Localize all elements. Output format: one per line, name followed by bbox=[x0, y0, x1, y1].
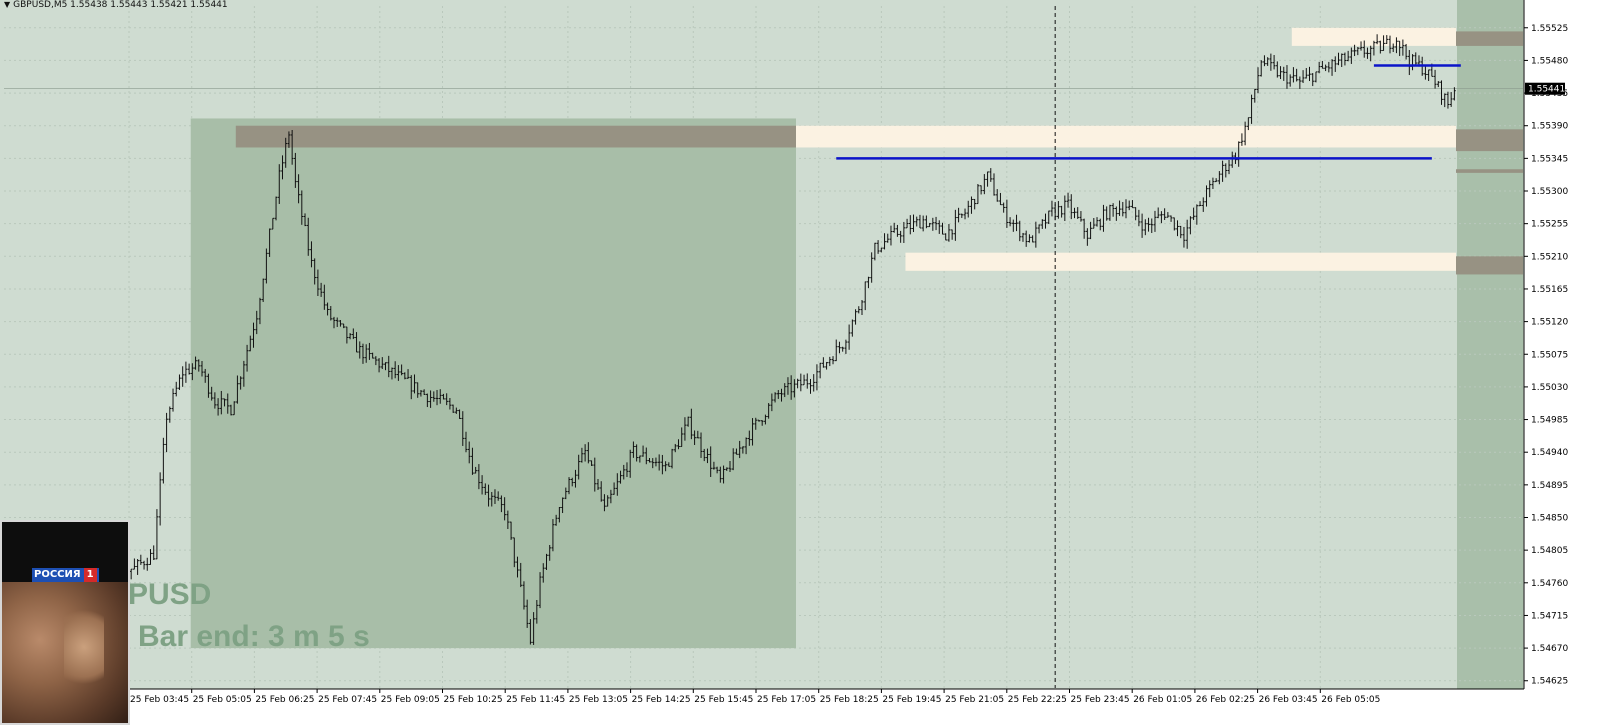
zone-right-dark[interactable] bbox=[1456, 169, 1523, 173]
zone-right-dark[interactable] bbox=[1456, 256, 1523, 275]
time-tick-label: 25 Feb 03:45 bbox=[130, 695, 189, 705]
channel-logo: РОССИЯ 1 bbox=[32, 568, 99, 582]
chart-window[interactable]: 1.555251.554801.554351.553901.553451.553… bbox=[0, 0, 1601, 725]
time-tick-label: 25 Feb 10:25 bbox=[444, 695, 503, 705]
price-tick-label: 1.55345 bbox=[1531, 154, 1568, 164]
time-tick-label: 26 Feb 03:45 bbox=[1259, 695, 1318, 705]
price-tick-label: 1.55300 bbox=[1531, 187, 1568, 197]
zone-right-dark[interactable] bbox=[1456, 31, 1523, 46]
channel-number: 1 bbox=[83, 568, 97, 582]
time-tick-label: 25 Feb 09:05 bbox=[381, 695, 440, 705]
time-tick-label: 25 Feb 06:25 bbox=[255, 695, 314, 705]
time-tick-label: 25 Feb 13:05 bbox=[569, 695, 628, 705]
time-tick-label: 26 Feb 05:05 bbox=[1321, 695, 1380, 705]
time-tick-label: 25 Feb 14:25 bbox=[632, 695, 691, 705]
price-chart[interactable]: 1.555251.554801.554351.553901.553451.553… bbox=[0, 0, 1601, 725]
dropdown-triangle-icon[interactable]: ▼ bbox=[4, 0, 10, 9]
price-tick-label: 1.55525 bbox=[1531, 24, 1568, 34]
price-tick-label: 1.54850 bbox=[1531, 514, 1568, 524]
zone-dark-zone[interactable] bbox=[235, 125, 796, 148]
price-tick-label: 1.54715 bbox=[1531, 611, 1568, 621]
current-price-label: 1.55441 bbox=[1528, 85, 1565, 95]
channel-name: РОССИЯ bbox=[34, 569, 81, 580]
time-tick-label: 25 Feb 05:05 bbox=[193, 695, 252, 705]
price-tick-label: 1.55210 bbox=[1531, 252, 1568, 262]
time-tick-label: 25 Feb 17:05 bbox=[757, 695, 816, 705]
price-tick-label: 1.54805 bbox=[1531, 546, 1568, 556]
time-tick-label: 25 Feb 11:45 bbox=[506, 695, 565, 705]
price-tick-label: 1.55480 bbox=[1531, 56, 1568, 66]
symbol-watermark: PUSD bbox=[128, 578, 212, 611]
symbol-quote-line: GBPUSD,M5 1.55438 1.55443 1.55421 1.5544… bbox=[13, 0, 228, 10]
price-tick-label: 1.54625 bbox=[1531, 677, 1568, 687]
time-tick-label: 25 Feb 07:45 bbox=[318, 695, 377, 705]
price-tick-label: 1.55255 bbox=[1531, 220, 1568, 230]
price-tick-label: 1.54895 bbox=[1531, 481, 1568, 491]
time-tick-label: 25 Feb 18:25 bbox=[820, 695, 879, 705]
time-tick-label: 25 Feb 15:45 bbox=[694, 695, 753, 705]
zone-light-zone[interactable] bbox=[905, 252, 1456, 271]
price-tick-label: 1.55075 bbox=[1531, 350, 1568, 360]
price-tick-label: 1.55390 bbox=[1531, 122, 1568, 132]
price-tick-label: 1.54940 bbox=[1531, 448, 1568, 458]
zone-light-zone[interactable] bbox=[796, 125, 1456, 148]
video-frame bbox=[2, 582, 128, 723]
future-zone-band bbox=[1457, 0, 1523, 689]
zone-right-dark[interactable] bbox=[1456, 129, 1523, 152]
chart-title: ▼ GBPUSD,M5 1.55438 1.55443 1.55421 1.554… bbox=[4, 0, 228, 10]
bar-end-timer: Bar end: 3 m 5 s bbox=[138, 620, 370, 653]
price-tick-label: 1.55165 bbox=[1531, 285, 1568, 295]
time-tick-label: 25 Feb 23:45 bbox=[1071, 695, 1130, 705]
time-tick-label: 26 Feb 02:25 bbox=[1196, 695, 1255, 705]
price-tick-label: 1.54670 bbox=[1531, 644, 1568, 654]
price-tick-label: 1.54760 bbox=[1531, 579, 1568, 589]
price-tick-label: 1.55030 bbox=[1531, 383, 1568, 393]
zone-shaded-box[interactable] bbox=[190, 118, 797, 649]
video-overlay[interactable]: РОССИЯ 1 bbox=[0, 520, 130, 725]
time-tick-label: 25 Feb 21:05 bbox=[945, 695, 1004, 705]
price-tick-label: 1.55120 bbox=[1531, 318, 1568, 328]
time-tick-label: 26 Feb 01:05 bbox=[1133, 695, 1192, 705]
time-tick-label: 25 Feb 19:45 bbox=[882, 695, 941, 705]
time-tick-label: 25 Feb 22:25 bbox=[1008, 695, 1067, 705]
price-tick-label: 1.54985 bbox=[1531, 416, 1568, 426]
